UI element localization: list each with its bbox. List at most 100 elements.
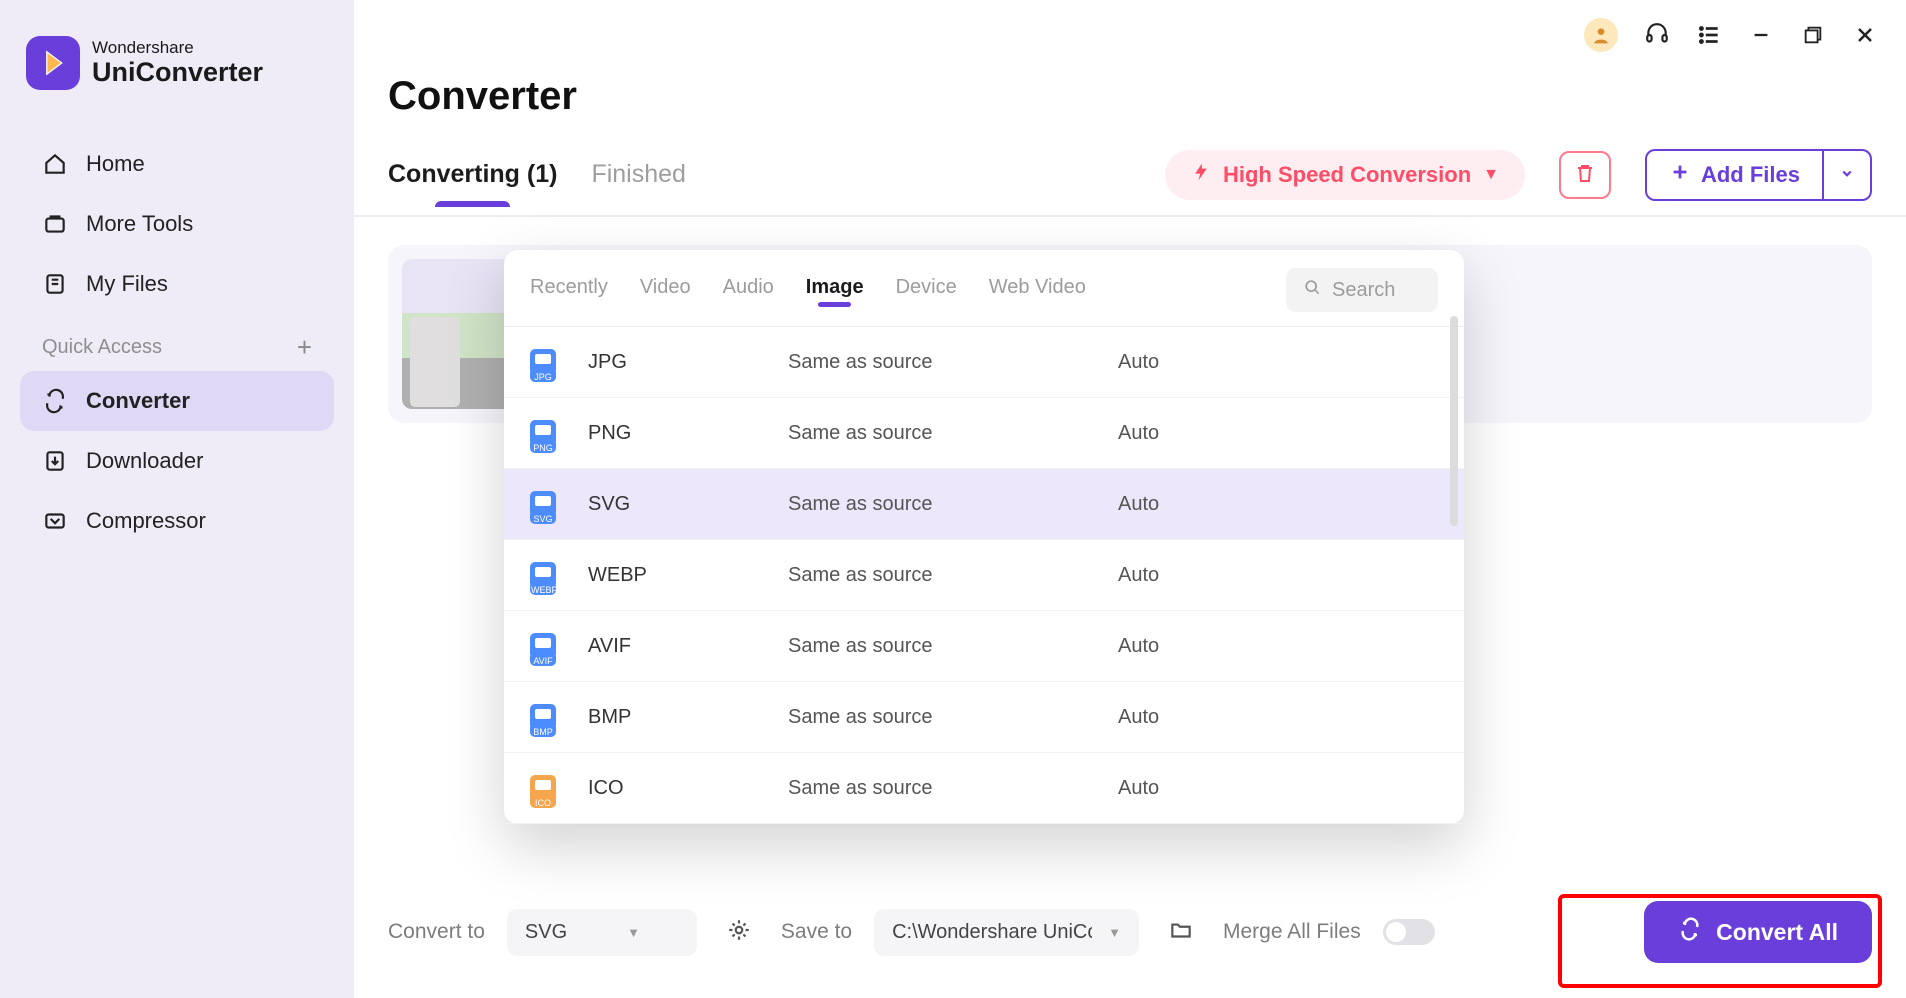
format-tab-audio[interactable]: Audio [723, 276, 774, 305]
format-type-icon: SVG [530, 491, 556, 517]
format-setting: Auto [1118, 777, 1159, 800]
format-setting: Auto [1118, 422, 1159, 445]
format-name: SVG [588, 493, 788, 516]
format-picker-popup: Recently Video Audio Image Device Web Vi… [504, 250, 1464, 824]
sidebar-item-my-files[interactable]: My Files [20, 254, 334, 314]
format-type-icon: ICO [530, 775, 556, 801]
sidebar-item-label: Compressor [86, 508, 206, 534]
add-quick-access-button[interactable]: + [297, 332, 312, 363]
format-row-bmp[interactable]: BMPBMPSame as sourceAuto [504, 682, 1464, 753]
sidebar-item-compressor[interactable]: Compressor [20, 491, 334, 551]
format-type-icon: JPG [530, 349, 556, 375]
format-name: AVIF [588, 635, 788, 658]
sidebar-item-converter[interactable]: Converter [20, 371, 334, 431]
titlebar [354, 0, 1906, 56]
add-files-button[interactable]: Add Files [1647, 151, 1822, 199]
search-placeholder: Search [1332, 279, 1395, 302]
format-tab-video[interactable]: Video [640, 276, 691, 305]
convert-to-label: Convert to [388, 920, 485, 944]
settings-button[interactable] [719, 912, 759, 952]
format-name: JPG [588, 351, 788, 374]
format-type-icon: BMP [530, 704, 556, 730]
format-source: Same as source [788, 706, 1118, 729]
home-icon [42, 151, 68, 177]
format-search-input[interactable]: Search [1286, 268, 1438, 312]
high-speed-conversion-button[interactable]: High Speed Conversion ▼ [1165, 150, 1525, 200]
search-icon [1302, 277, 1322, 303]
save-to-select[interactable]: C:\Wondershare UniConv ▼ [874, 909, 1139, 956]
format-source: Same as source [788, 635, 1118, 658]
chevron-down-icon: ▼ [627, 925, 640, 940]
convert-all-button[interactable]: Convert All [1644, 901, 1872, 963]
format-setting: Auto [1118, 351, 1159, 374]
format-source: Same as source [788, 493, 1118, 516]
convert-to-select[interactable]: SVG ▼ [507, 909, 697, 956]
tools-icon [42, 211, 68, 237]
format-tab-image[interactable]: Image [806, 276, 864, 305]
logo-brand: Wondershare [92, 38, 263, 58]
format-setting: Auto [1118, 564, 1159, 587]
format-tab-device[interactable]: Device [896, 276, 957, 305]
format-setting: Auto [1118, 706, 1159, 729]
menu-icon[interactable] [1696, 22, 1722, 48]
sidebar-item-label: More Tools [86, 211, 193, 237]
save-to-value: C:\Wondershare UniConv [892, 921, 1092, 944]
open-folder-button[interactable] [1161, 912, 1201, 952]
trash-icon [1573, 161, 1597, 190]
compressor-icon [42, 508, 68, 534]
chevron-down-icon [1838, 164, 1856, 187]
add-files-dropdown[interactable] [1822, 151, 1870, 199]
add-files-group: Add Files [1645, 149, 1872, 201]
minimize-button[interactable] [1748, 22, 1774, 48]
merge-toggle[interactable] [1383, 919, 1435, 945]
format-type-icon: AVIF [530, 633, 556, 659]
format-setting: Auto [1118, 635, 1159, 658]
quick-access-header: Quick Access + [20, 320, 334, 371]
folder-icon [1168, 917, 1194, 948]
sidebar-item-label: Home [86, 151, 145, 177]
tab-converting[interactable]: Converting (1) [388, 160, 557, 205]
format-row-svg[interactable]: SVGSVGSame as sourceAuto [504, 469, 1464, 540]
format-row-jpg[interactable]: JPGJPGSame as sourceAuto [504, 327, 1464, 398]
account-avatar[interactable] [1584, 18, 1618, 52]
quick-access-label: Quick Access [42, 336, 162, 359]
format-row-ico[interactable]: ICOICOSame as sourceAuto [504, 753, 1464, 824]
format-list[interactable]: JPGJPGSame as sourceAutoPNGPNGSame as so… [504, 327, 1464, 824]
high-speed-label: High Speed Conversion [1223, 162, 1471, 188]
close-button[interactable] [1852, 22, 1878, 48]
sidebar-item-more-tools[interactable]: More Tools [20, 194, 334, 254]
format-source: Same as source [788, 422, 1118, 445]
scrollbar[interactable] [1450, 316, 1458, 526]
delete-button[interactable] [1559, 151, 1611, 199]
tab-finished[interactable]: Finished [591, 160, 686, 205]
save-to-label: Save to [781, 920, 852, 944]
convert-icon [1678, 917, 1702, 947]
tabs-row: Converting (1) Finished High Speed Conve… [354, 149, 1906, 217]
gear-icon [726, 917, 752, 948]
format-name: WEBP [588, 564, 788, 587]
sidebar-item-label: Converter [86, 388, 190, 414]
logo-icon [26, 36, 80, 90]
format-tab-recently[interactable]: Recently [530, 276, 608, 305]
sidebar-item-downloader[interactable]: Downloader [20, 431, 334, 491]
format-tab-web-video[interactable]: Web Video [989, 276, 1086, 305]
chevron-down-icon: ▼ [1108, 925, 1121, 940]
format-name: PNG [588, 422, 788, 445]
format-source: Same as source [788, 564, 1118, 587]
support-icon[interactable] [1644, 22, 1670, 48]
footer-bar: Convert to SVG ▼ Save to C:\Wondershare … [354, 892, 1906, 972]
format-row-png[interactable]: PNGPNGSame as sourceAuto [504, 398, 1464, 469]
format-category-tabs: Recently Video Audio Image Device Web Vi… [504, 250, 1464, 327]
sidebar: Wondershare UniConverter Home More Tools… [0, 0, 354, 998]
format-name: ICO [588, 777, 788, 800]
sidebar-item-label: My Files [86, 271, 168, 297]
sidebar-item-home[interactable]: Home [20, 134, 334, 194]
format-row-webp[interactable]: WEBPWEBPSame as sourceAuto [504, 540, 1464, 611]
file-thumbnail [402, 259, 517, 409]
plus-icon [1669, 161, 1691, 189]
files-icon [42, 271, 68, 297]
maximize-button[interactable] [1800, 22, 1826, 48]
sidebar-item-label: Downloader [86, 448, 203, 474]
format-name: BMP [588, 706, 788, 729]
format-row-avif[interactable]: AVIFAVIFSame as sourceAuto [504, 611, 1464, 682]
